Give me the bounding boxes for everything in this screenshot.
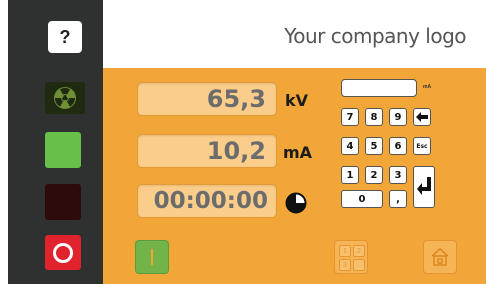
radiation-icon: [54, 87, 76, 109]
ma-readout[interactable]: 10,2: [137, 134, 277, 168]
key-6[interactable]: 6: [389, 137, 407, 155]
key-comma[interactable]: ,: [389, 190, 407, 208]
menu-cell-3: 3: [339, 259, 351, 271]
backspace-key[interactable]: [413, 108, 431, 126]
key-2[interactable]: 2: [365, 166, 383, 184]
help-button[interactable]: ?: [48, 21, 82, 53]
key-5[interactable]: 5: [365, 137, 383, 155]
stop-button[interactable]: [45, 235, 81, 270]
header: Your company logo: [103, 0, 486, 68]
arrow-left-icon: [416, 112, 428, 122]
kv-readout[interactable]: 65,3: [137, 82, 277, 116]
key-0[interactable]: 0: [341, 190, 383, 208]
kv-unit-label: kV: [285, 91, 309, 110]
time-readout[interactable]: 00:00:00: [137, 184, 277, 218]
keypad-display: [341, 79, 417, 97]
key-8[interactable]: 8: [365, 108, 383, 126]
ma-unit-label: mA: [283, 143, 313, 162]
left-sidebar: ?: [8, 0, 103, 284]
start-bar-icon: [151, 249, 153, 265]
key-3[interactable]: 3: [389, 166, 407, 184]
key-1[interactable]: 1: [341, 166, 359, 184]
menu-cell-4: [353, 259, 365, 271]
key-9[interactable]: 9: [389, 108, 407, 126]
enter-arrow-icon: [417, 177, 431, 195]
enter-key[interactable]: [413, 166, 435, 208]
key-7[interactable]: 7: [341, 108, 359, 126]
ready-indicator: [45, 132, 81, 168]
home-icon: [431, 247, 449, 266]
keypad-unit-label: mA: [423, 84, 432, 90]
company-logo: Your company logo: [284, 24, 466, 48]
fault-indicator: [45, 184, 81, 220]
start-button[interactable]: [135, 240, 169, 274]
stop-ring-icon: [53, 242, 73, 263]
key-4[interactable]: 4: [341, 137, 359, 155]
question-icon: ?: [59, 26, 71, 47]
menu-grid-button[interactable]: 1 2 3: [334, 240, 368, 274]
radiation-indicator: [45, 82, 85, 114]
escape-key[interactable]: Esc: [413, 137, 431, 155]
timer-pie-icon: [285, 192, 307, 219]
menu-cell-2: 2: [353, 245, 365, 257]
control-panel: 65,3 kV 10,2 mA 00:00:00 mA 7 8 9 4 5 6 …: [103, 68, 486, 284]
home-button[interactable]: [423, 240, 457, 274]
menu-cell-1: 1: [339, 245, 351, 257]
